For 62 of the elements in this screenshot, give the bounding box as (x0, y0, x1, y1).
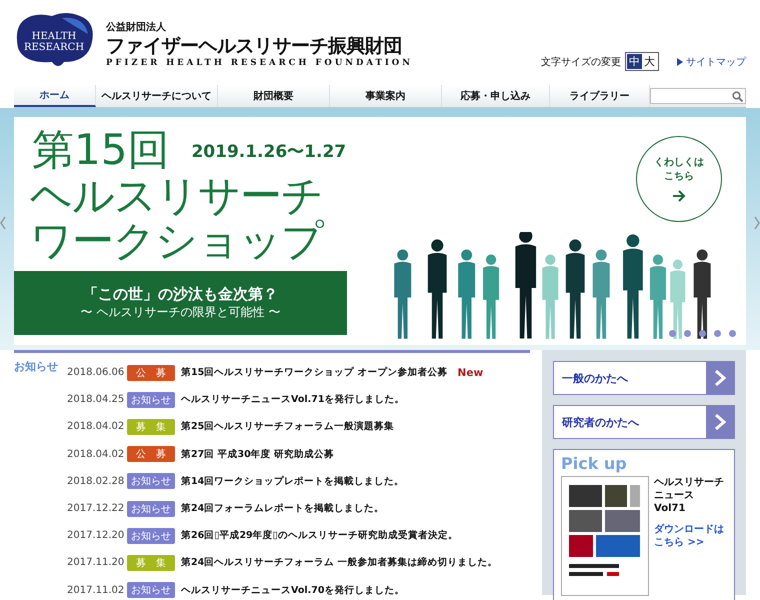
category-tag: お知らせ (127, 473, 175, 490)
nav-tab[interactable]: ヘルスリサーチについて (96, 85, 218, 107)
pickup-heading: Pick up (561, 454, 628, 473)
download-link[interactable]: ダウンロードはこちら >> (654, 523, 727, 549)
font-size-button[interactable]: 大 (642, 54, 657, 69)
font-size-label: 文字サイズの変更 (541, 56, 621, 68)
news-date: 2018.04.02 (67, 421, 126, 432)
news-link[interactable]: 第15回ヘルスリサーチワークショップ オープン参加者公募 (181, 366, 448, 380)
news-link[interactable]: 第14回ワークショップレポートを掲載しました。 (181, 474, 404, 488)
font-size-button[interactable]: 中 (627, 54, 642, 69)
news-link[interactable]: 第24回フォーラムレポートを掲載しました。 (181, 502, 384, 516)
news-date: 2017.12.20 (67, 530, 126, 542)
news-link[interactable]: ヘルスリサーチニュースVol.70を発行しました。 (181, 584, 404, 597)
search-icon (732, 90, 743, 102)
category-tag: 募 集 (127, 554, 175, 571)
news-link[interactable]: ヘルスリサーチニュースVol.71を発行しました。 (181, 393, 404, 406)
details-button[interactable]: くわしくは こちら (636, 136, 722, 222)
category-tag: お知らせ (127, 500, 175, 517)
banner-title: ヘルスリサーチ (30, 173, 323, 218)
arrow-icon (672, 190, 686, 202)
category-tag: 公 募 (127, 364, 175, 381)
carousel-dot[interactable] (669, 330, 676, 337)
audience-link[interactable]: 一般のかたへ (553, 361, 735, 395)
banner-title: ワークショップ (30, 218, 325, 263)
news-date: 2018.04.25 (67, 394, 126, 406)
chevron-icon (714, 414, 726, 430)
audience-link[interactable]: 研究者のかたへ (553, 405, 735, 439)
pickup-title: ヘルスリサーチニュース Vol71 (654, 476, 725, 515)
nav-tab[interactable]: 事業案内 (330, 85, 442, 107)
nav-tab[interactable]: 応募・申し込み (442, 85, 550, 107)
news-link[interactable]: 第26回▯平成29年度▯のヘルスリサーチ研究助成受賞者決定。 (181, 529, 458, 542)
banner-title: 第15回 (32, 127, 170, 173)
new-label: New (458, 366, 484, 379)
news-date: 2018.04.02 (67, 448, 126, 460)
chevron-icon (714, 370, 726, 386)
category-tag: 公 募 (127, 446, 175, 462)
sitemap-link[interactable]: サイトマップ (686, 54, 746, 68)
org-name-english: PFIZER HEALTH RESEARCH FOUNDATION (106, 58, 413, 68)
carousel-dot[interactable] (729, 330, 736, 337)
carousel-dot[interactable] (714, 330, 721, 337)
news-link[interactable]: 第25回ヘルスリサーチフォーラム一般演題募集 (181, 420, 394, 434)
category-tag: 募 集 (127, 418, 175, 435)
theme-subtitle: 〜 ヘルスリサーチの限界と可能性 〜 (80, 304, 280, 321)
search-field[interactable] (650, 88, 746, 104)
news-date: 2018.06.06 (67, 367, 126, 378)
nav-tab[interactable]: 財団概要 (218, 85, 330, 107)
category-tag: お知らせ (127, 392, 175, 408)
org-name: ファイザーヘルスリサーチ振興財団 (106, 34, 403, 58)
category-tag: お知らせ (127, 528, 175, 544)
news-link[interactable]: 第27回 平成30年度 研究助成公募 (181, 448, 334, 461)
news-date: 2018.02.28 (67, 476, 126, 487)
news-date: 2017.11.20 (67, 557, 126, 568)
triangle-icon (677, 58, 683, 66)
news-date: 2017.11.02 (67, 584, 126, 596)
org-type: 公益財団法人 (106, 20, 167, 34)
news-link[interactable]: 第24回ヘルスリサーチフォーラム 一般参加者募集は締め切りました。 (181, 556, 498, 570)
event-date: 2019.1.26〜1.27 (191, 141, 346, 163)
news-date: 2017.12.22 (67, 503, 126, 514)
carousel-dot[interactable] (684, 330, 691, 337)
news-heading: お知らせ (14, 359, 59, 375)
theme-text: 「この世」の沙汰も金次第？ (83, 285, 278, 304)
category-tag: お知らせ (127, 582, 175, 598)
